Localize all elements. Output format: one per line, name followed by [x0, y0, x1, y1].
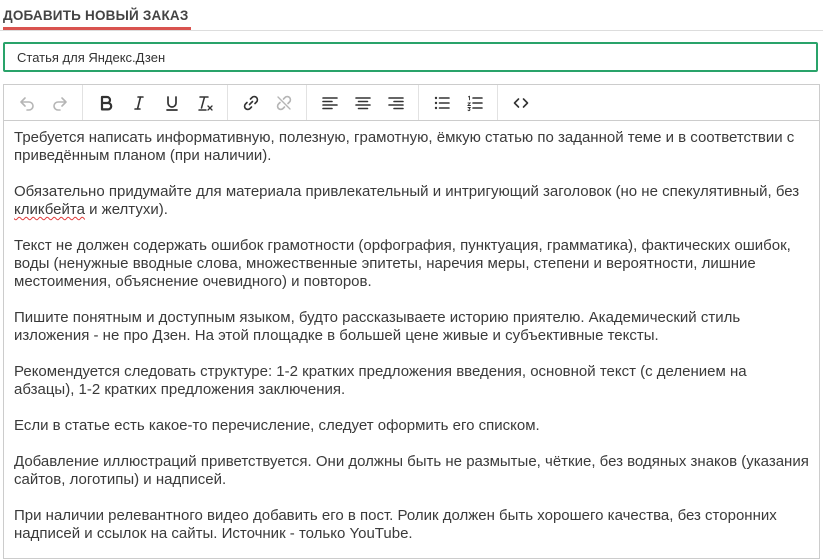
numbered-list-button[interactable]	[458, 88, 491, 118]
history-group	[10, 85, 76, 120]
paragraph-text: Обязательно придумайте для материала при…	[14, 183, 800, 200]
paragraph: Рекомендуется следовать структуре: 1-2 к…	[14, 363, 747, 398]
source-group	[504, 85, 537, 120]
redo-button[interactable]	[43, 88, 76, 118]
link-icon	[243, 95, 258, 110]
align-right-button[interactable]	[379, 88, 412, 118]
align-left-button[interactable]	[313, 88, 346, 118]
paragraph: Добавление иллюстраций приветствуется. О…	[14, 453, 809, 488]
code-view-button[interactable]	[504, 88, 537, 118]
align-left-icon	[321, 96, 338, 109]
clear-format-button[interactable]	[188, 88, 221, 118]
bullet-list-button[interactable]	[425, 88, 458, 118]
bold-button[interactable]	[89, 88, 122, 118]
undo-icon	[19, 96, 34, 111]
bullet-list-icon	[434, 96, 450, 109]
toolbar-separator	[418, 85, 419, 120]
numbered-list-icon	[466, 95, 483, 111]
toolbar-separator	[306, 85, 307, 120]
toolbar-separator	[82, 85, 83, 120]
paragraph: Если в статье есть какое-то перечисление…	[14, 417, 540, 434]
rich-text-editor: Требуется написать информативную, полезн…	[3, 84, 820, 559]
order-title-input[interactable]	[3, 42, 818, 72]
paragraph: Пишите понятным и доступным языком, будт…	[14, 309, 741, 344]
paragraph-text: и желтухи).	[84, 201, 168, 218]
paragraph: При наличии релевантного видео добавить …	[14, 507, 777, 542]
header-divider	[0, 30, 823, 31]
paragraph: Требуется написать информативную, полезн…	[14, 129, 795, 164]
page-title: ДОБАВИТЬ НОВЫЙ ЗАКАЗ	[3, 8, 189, 23]
list-group	[425, 85, 491, 120]
remove-link-button[interactable]	[267, 88, 300, 118]
bold-icon	[100, 95, 112, 110]
undo-button[interactable]	[10, 88, 43, 118]
align-center-icon	[354, 96, 371, 109]
italic-icon	[133, 95, 144, 110]
align-right-icon	[387, 96, 404, 109]
unlink-icon	[276, 95, 291, 110]
format-group	[89, 85, 221, 120]
editor-content[interactable]: Требуется написать информативную, полезн…	[4, 121, 819, 543]
align-center-button[interactable]	[346, 88, 379, 118]
toolbar-separator	[227, 85, 228, 120]
insert-link-button[interactable]	[234, 88, 267, 118]
code-view-icon	[513, 97, 528, 108]
underline-icon	[165, 95, 178, 111]
toolbar-separator	[497, 85, 498, 120]
paragraph: Текст не должен содержать ошибок грамотн…	[14, 237, 791, 290]
redo-icon	[52, 96, 67, 111]
misspelled-word: кликбейта	[14, 201, 85, 218]
italic-button[interactable]	[122, 88, 155, 118]
paragraph: Обязательно придумайте для материала при…	[14, 183, 809, 219]
link-group	[234, 85, 300, 120]
clear-format-icon	[197, 95, 213, 111]
editor-toolbar	[4, 85, 819, 121]
underline-button[interactable]	[155, 88, 188, 118]
align-group	[313, 85, 412, 120]
